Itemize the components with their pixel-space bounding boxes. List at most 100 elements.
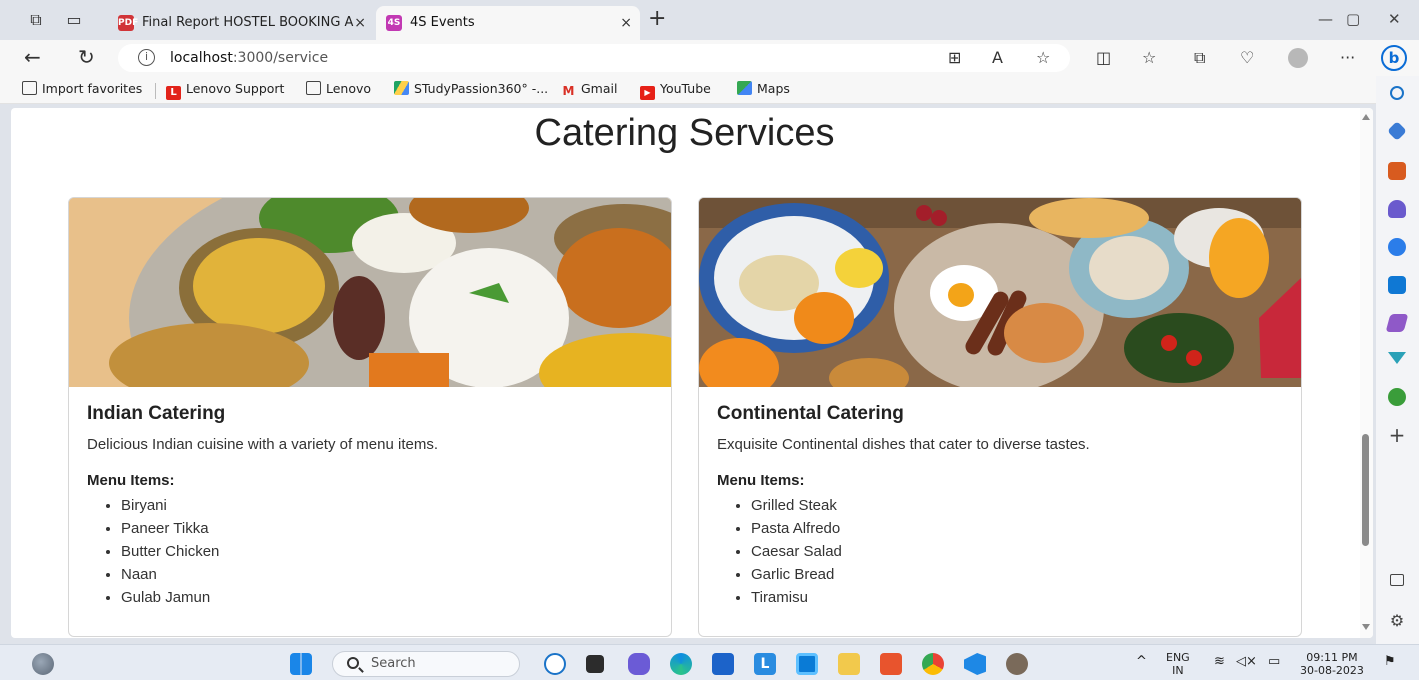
scrollbar-thumb[interactable]: [1362, 434, 1369, 546]
refresh-icon[interactable]: ↻: [78, 46, 95, 68]
card-description: Delicious Indian cuisine with a variety …: [87, 436, 438, 453]
restore-icon[interactable]: ▢: [1346, 10, 1360, 28]
favorites-divider: [155, 83, 156, 99]
notifications-icon[interactable]: ⚑: [1384, 655, 1396, 668]
favorite-maps[interactable]: Maps: [737, 81, 790, 96]
close-icon[interactable]: ×: [620, 6, 632, 40]
search-icon: [347, 657, 359, 669]
sidebar-toggle-icon[interactable]: [1390, 574, 1404, 586]
menu-item: Biryani: [121, 494, 219, 517]
page-title: Catering Services: [534, 112, 835, 154]
page-viewport: Catering Services Indian Catering Delici…: [11, 108, 1373, 638]
store-icon[interactable]: [712, 653, 734, 675]
favorite-star-icon[interactable]: ☆: [1036, 48, 1050, 68]
youtube-icon: ▶: [640, 86, 655, 100]
lenovo-vantage-icon[interactable]: L: [754, 653, 776, 675]
menu-list: Grilled Steak Pasta Alfredo Caesar Salad…: [751, 494, 842, 609]
bing-icon[interactable]: [544, 653, 566, 675]
wifi-icon[interactable]: ≋: [1214, 655, 1225, 668]
chrome-icon[interactable]: [922, 653, 944, 675]
address-toolbar: ← ↻ i localhost:3000/service ⊞ A ☆ ◫ ☆ ⧉…: [0, 40, 1419, 76]
favorite-import[interactable]: Import favorites: [22, 81, 142, 96]
settings-gear-icon[interactable]: ⚙: [1388, 612, 1406, 630]
card-description: Exquisite Continental dishes that cater …: [717, 436, 1090, 453]
favorite-youtube[interactable]: ▶ YouTube: [640, 81, 711, 100]
split-screen-icon[interactable]: ◫: [1096, 48, 1111, 68]
workspaces-icon[interactable]: ⧉: [26, 10, 46, 30]
search-icon[interactable]: [1390, 86, 1404, 100]
address-bar[interactable]: i localhost:3000/service: [118, 44, 1070, 72]
windows-taskbar: Search L ^ ENG IN ≋ ◁× ▭ 09:11 PM 30-08-20…: [0, 644, 1419, 680]
clock[interactable]: 09:11 PM 30-08-2023: [1300, 651, 1364, 677]
add-icon[interactable]: +: [1388, 425, 1406, 445]
volume-muted-icon[interactable]: ◁×: [1236, 655, 1257, 668]
misc-app-icon[interactable]: [1006, 653, 1028, 675]
chevron-up-icon[interactable]: ^: [1136, 655, 1147, 668]
tab-final-report[interactable]: PDF Final Report HOSTEL BOOKING A ×: [108, 6, 374, 40]
file-explorer-icon[interactable]: [838, 653, 860, 675]
menu-list: Biryani Paneer Tikka Butter Chicken Naan…: [121, 494, 219, 609]
designer-icon[interactable]: [1385, 314, 1409, 332]
office-icon[interactable]: [880, 653, 902, 675]
gmail-icon: M: [562, 84, 575, 98]
url-text: localhost:3000/service: [170, 50, 329, 66]
copilot-icon[interactable]: b: [1381, 45, 1407, 71]
site-4s-icon: 4S: [386, 15, 402, 31]
teams-meet-icon[interactable]: [628, 653, 650, 675]
tree-icon[interactable]: [1388, 388, 1406, 406]
card-title: Indian Catering: [87, 403, 226, 424]
weather-widget-icon[interactable]: [32, 653, 54, 675]
drive-icon: [394, 81, 409, 95]
menu-item: Garlic Bread: [751, 563, 842, 586]
minimize-icon[interactable]: —: [1318, 10, 1333, 28]
edge-sidebar: + ⚙: [1376, 76, 1419, 644]
search-placeholder: Search: [371, 656, 416, 671]
close-icon[interactable]: ×: [354, 6, 366, 40]
taskbar-search[interactable]: Search: [332, 651, 520, 677]
favorite-studypassion[interactable]: STudyPassion360° -...: [394, 81, 548, 96]
profile-avatar-icon[interactable]: [1288, 48, 1308, 68]
scroll-up-icon[interactable]: [1362, 114, 1370, 120]
windows-start-icon[interactable]: [290, 653, 312, 675]
new-tab-button[interactable]: +: [648, 8, 666, 30]
app-available-icon[interactable]: ⊞: [948, 48, 961, 68]
tab-4s-events[interactable]: 4S 4S Events ×: [376, 6, 640, 40]
tab-actions-icon[interactable]: ▭: [64, 10, 84, 30]
catering-card-continental: Continental Catering Exquisite Continent…: [698, 197, 1302, 637]
outlook-icon[interactable]: [1388, 276, 1406, 294]
read-aloud-icon[interactable]: A: [992, 48, 1003, 68]
edge-browser-icon[interactable]: [670, 653, 692, 675]
battery-icon[interactable]: ▭: [1268, 655, 1280, 668]
task-view-icon[interactable]: [586, 655, 604, 673]
favorites-icon[interactable]: ☆: [1142, 48, 1156, 68]
tools-briefcase-icon[interactable]: [1388, 162, 1406, 180]
favorite-lenovo[interactable]: Lenovo: [306, 81, 371, 96]
favorite-lenovo-support[interactable]: L Lenovo Support: [166, 81, 284, 100]
pdf-icon: PDF: [118, 15, 138, 31]
vscode-icon[interactable]: [964, 653, 986, 675]
shopping-tag-icon[interactable]: [1387, 121, 1407, 141]
games-icon[interactable]: [1388, 200, 1406, 218]
site-info-icon[interactable]: i: [138, 49, 155, 66]
browser-essentials-icon[interactable]: ♡: [1240, 48, 1254, 68]
maps-icon: [737, 81, 752, 95]
tab-title: 4S Events: [410, 15, 475, 30]
more-options-icon[interactable]: ···: [1340, 48, 1355, 68]
menu-item: Pasta Alfredo: [751, 517, 842, 540]
app-icon[interactable]: [796, 653, 818, 675]
menu-items-label: Menu Items:: [717, 472, 805, 489]
page-icon: [306, 81, 321, 95]
scroll-down-icon[interactable]: [1362, 624, 1370, 630]
menu-item: Gulab Jamun: [121, 586, 219, 609]
card-title: Continental Catering: [717, 403, 904, 424]
menu-item: Caesar Salad: [751, 540, 842, 563]
send-icon[interactable]: [1388, 352, 1406, 364]
favorite-gmail[interactable]: M Gmail: [561, 81, 618, 98]
menu-item: Paneer Tikka: [121, 517, 219, 540]
page-scrollbar[interactable]: [1360, 108, 1373, 638]
window-close-icon[interactable]: ✕: [1388, 10, 1401, 28]
language-indicator[interactable]: ENG IN: [1166, 651, 1190, 677]
back-icon[interactable]: ←: [24, 46, 41, 68]
collections-icon[interactable]: ⧉: [1194, 48, 1205, 68]
microsoft-365-icon[interactable]: [1388, 238, 1406, 256]
